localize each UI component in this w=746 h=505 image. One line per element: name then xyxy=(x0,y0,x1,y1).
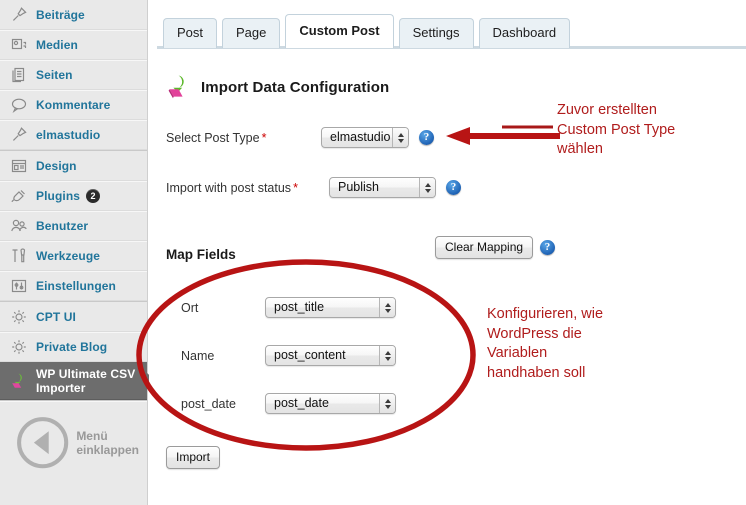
sidebar-item-elmastudio[interactable]: elmastudio xyxy=(0,120,147,150)
sidebar-item-label: elmastudio xyxy=(36,128,101,142)
tab-list: Post Page Custom Post Settings Dashboard xyxy=(163,14,571,48)
tab-settings[interactable]: Settings xyxy=(398,18,474,48)
gear-icon xyxy=(12,340,26,354)
pin-icon xyxy=(12,6,27,21)
map-target-value: post_date xyxy=(274,396,329,410)
sidebar-item-beitraege[interactable]: Beiträge xyxy=(0,0,147,30)
csv-import-icon xyxy=(12,373,22,388)
sidebar-group-content: Beiträge Medien Seiten Kommentare elmast… xyxy=(0,0,147,151)
stepper-icon[interactable] xyxy=(419,178,435,197)
sidebar-item-cpt-ui[interactable]: CPT UI xyxy=(0,302,147,332)
page-title: Import Data Configuration xyxy=(201,78,390,96)
sidebar-item-label: Benutzer xyxy=(36,219,89,233)
map-row-1: Ort post_title xyxy=(181,297,396,318)
tab-bar: Post Page Custom Post Settings Dashboard xyxy=(149,0,746,49)
map-fields-title: Map Fields xyxy=(166,247,236,262)
clear-mapping-row: Clear Mapping ? xyxy=(435,236,556,259)
post-type-help-icon[interactable]: ? xyxy=(419,130,434,145)
sidebar-item-design[interactable]: Design xyxy=(0,151,147,181)
main-content: Post Page Custom Post Settings Dashboard… xyxy=(149,0,746,505)
clear-mapping-button[interactable]: Clear Mapping xyxy=(435,236,534,259)
sidebar-item-label: Werkzeuge xyxy=(36,249,101,263)
settings-icon xyxy=(11,279,27,293)
annotation-text-map-fields: Konfigurieren, wie WordPress die Variabl… xyxy=(487,306,604,381)
pin-icon xyxy=(12,127,27,141)
sidebar-item-label: Design xyxy=(36,158,77,173)
sidebar-item-seiten[interactable]: Seiten xyxy=(0,60,147,90)
tab-page[interactable]: Page xyxy=(222,18,281,48)
sidebar-item-label: Private Blog xyxy=(36,340,108,354)
map-row-2: Name post_content xyxy=(181,345,396,366)
appearance-icon xyxy=(11,159,27,172)
post-status-label: Import with post status * xyxy=(166,180,298,195)
stepper-icon[interactable] xyxy=(379,394,395,413)
map-target-select-1[interactable]: post_title xyxy=(265,297,396,318)
map-source-label: Ort xyxy=(181,300,199,315)
tab-post[interactable]: Post xyxy=(163,18,218,48)
sidebar-item-label: WP Ultimate CSV Importer xyxy=(36,367,136,395)
stepper-icon[interactable] xyxy=(379,346,395,365)
plugin-icon xyxy=(11,190,25,203)
map-target-value: post_content xyxy=(274,348,346,362)
annotation-text-post-type: Zuvor erstellten Custom Post Type wählen xyxy=(557,102,676,157)
map-target-select-3[interactable]: post_date xyxy=(265,393,396,414)
sidebar-item-werkzeuge[interactable]: Werkzeuge xyxy=(0,241,147,271)
sidebar-item-label: CPT UI xyxy=(36,309,76,324)
stepper-icon[interactable] xyxy=(392,128,408,147)
sidebar-item-private-blog[interactable]: Private Blog xyxy=(0,332,147,362)
users-icon xyxy=(11,219,27,232)
tools-icon xyxy=(12,248,26,263)
collapse-arrow-icon xyxy=(17,417,69,469)
map-target-select-2[interactable]: post_content xyxy=(265,345,396,366)
admin-sidebar: Beiträge Medien Seiten Kommentare elmast… xyxy=(0,0,156,505)
tab-dashboard[interactable]: Dashboard xyxy=(478,18,571,48)
sidebar-item-benutzer[interactable]: Benutzer xyxy=(0,211,147,241)
post-status-value: Publish xyxy=(338,180,379,194)
sidebar-group-plugins: CPT UI Private Blog WP Ultimate CSV Impo… xyxy=(0,302,156,401)
post-status-select[interactable]: Publish xyxy=(329,177,436,198)
sidebar-item-label: Medien xyxy=(36,38,78,52)
media-icon xyxy=(11,38,27,50)
sidebar-item-label: Seiten xyxy=(36,68,73,82)
sidebar-item-label: Beiträge xyxy=(36,7,85,22)
comment-icon xyxy=(11,98,27,113)
collapse-menu-button[interactable]: Menü einklappen xyxy=(0,401,147,483)
map-source-label: Name xyxy=(181,348,215,363)
gear-icon xyxy=(12,309,26,324)
sidebar-group-admin: Design Plugins 2 Benutzer Werkzeuge Eins… xyxy=(0,151,147,302)
map-source-label: post_date xyxy=(181,396,236,411)
sidebar-item-label: Plugins xyxy=(36,189,81,203)
post-type-select[interactable]: elmastudio xyxy=(321,127,409,148)
map-row-3: post_date post_date xyxy=(181,393,396,414)
sidebar-item-wp-ultimate-csv-importer[interactable]: WP Ultimate CSV Importer xyxy=(0,362,156,400)
sidebar-item-medien[interactable]: Medien xyxy=(0,30,147,60)
collapse-menu-label: Menü einklappen xyxy=(76,428,139,457)
clear-mapping-help-icon[interactable]: ? xyxy=(540,240,556,255)
post-type-label: Select Post Type * xyxy=(166,130,267,145)
post-type-row: Select Post Type * elmastudio ? xyxy=(166,127,434,148)
sidebar-item-label: Einstellungen xyxy=(36,279,116,293)
import-arrow-icon xyxy=(168,75,184,99)
post-status-row: Import with post status * Publish ? xyxy=(166,177,461,198)
plugins-update-badge: 2 xyxy=(86,189,101,203)
pages-icon xyxy=(12,67,25,83)
import-button[interactable]: Import xyxy=(166,446,221,469)
tab-custom-post[interactable]: Custom Post xyxy=(285,14,394,48)
map-target-value: post_title xyxy=(274,300,325,314)
sidebar-item-label: Kommentare xyxy=(36,98,111,112)
sidebar-item-plugins[interactable]: Plugins 2 xyxy=(0,181,147,211)
stepper-icon[interactable] xyxy=(379,298,395,317)
sidebar-item-einstellungen[interactable]: Einstellungen xyxy=(0,271,147,301)
post-status-help-icon[interactable]: ? xyxy=(446,180,461,195)
page-header: Import Data Configuration xyxy=(166,74,389,100)
sidebar-item-kommentare[interactable]: Kommentare xyxy=(0,90,147,120)
post-type-value: elmastudio xyxy=(330,130,391,144)
